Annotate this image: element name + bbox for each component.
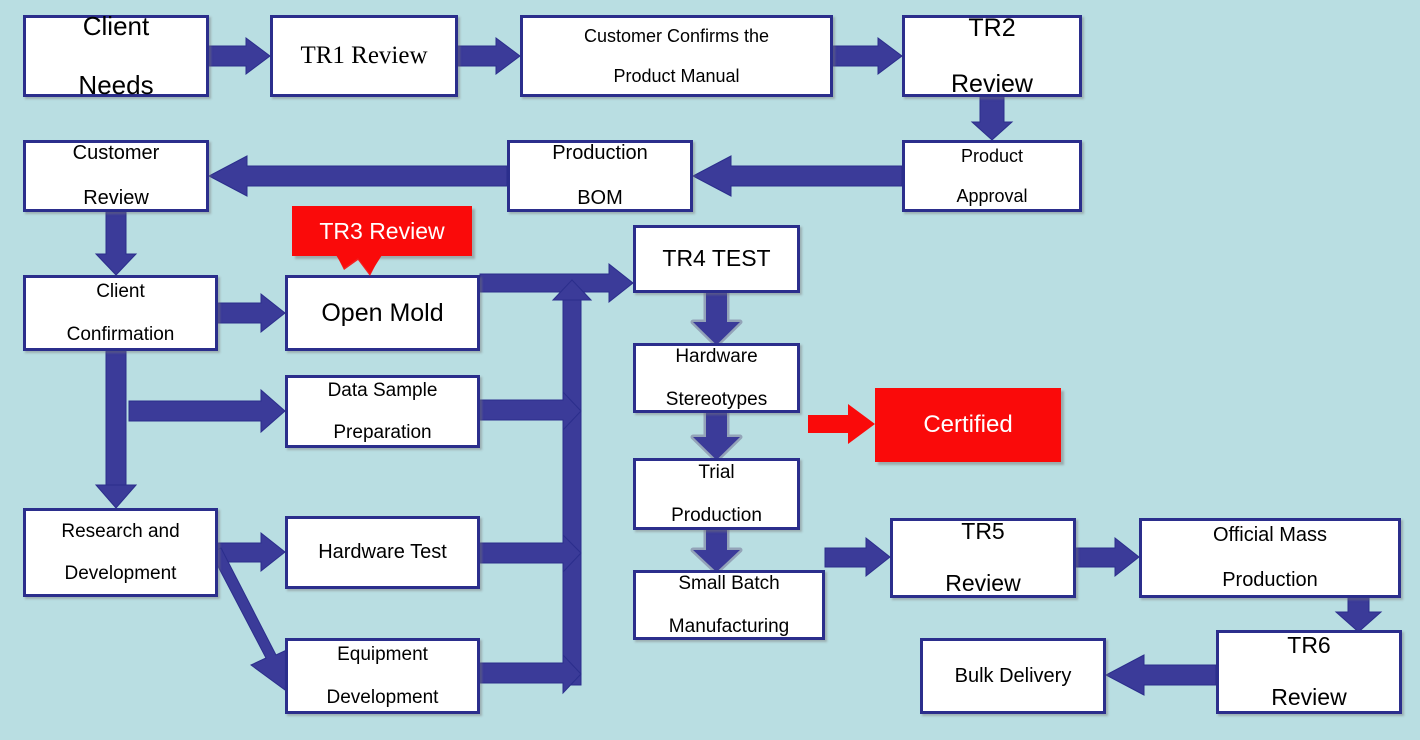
node-hardware-stereotypes[interactable]: Hardware Stereotypes [633,343,800,413]
arrow-rnd-to-equipment-development [210,547,292,691]
node-label-line2: Development [326,686,439,708]
node-bulk-delivery[interactable]: Bulk Delivery [920,638,1106,714]
node-label-line1: TR6 [1287,632,1331,659]
node-label-line1: Product [960,145,1024,166]
node-label-line1: TR5 [961,518,1005,545]
arrow-hardware-stereotypes-to-certified [808,404,875,444]
badge-certified[interactable]: Certified [875,388,1061,462]
arrow-client-confirmation-to-data-sample [128,388,286,434]
flowchart-canvas: Client Needs TR1 Review Customer Confirms… [0,0,1420,740]
callout-tr3-review[interactable]: TR3 Review [292,206,472,256]
node-label-line2: Stereotypes [665,388,768,410]
node-label-line2: Development [64,563,177,585]
arrow-customer-review-to-client-confirmation [94,211,138,276]
node-production-bom[interactable]: Production BOM [507,140,693,212]
node-label-line1: Data Sample [327,379,438,401]
arrow-production-bom-to-customer-review [207,155,508,197]
node-label: Open Mold [321,299,444,327]
node-client-needs[interactable]: Client Needs [23,11,209,100]
node-label-line1: Customer Confirms the [583,25,770,46]
node-open-mold[interactable]: Open Mold [285,275,480,351]
node-label-line1: Official Mass [1212,524,1328,547]
node-label-line2: Preparation [333,422,432,444]
node-data-sample-preparation[interactable]: Data Sample Preparation [285,375,480,448]
arrow-collector-bus-head [551,279,593,301]
arrow-client-needs-to-tr1 [208,37,271,75]
arrow-hardware-stereotypes-to-trial-production [690,410,743,463]
node-product-approval[interactable]: Product Approval [902,140,1082,212]
callout-tr3-review-notch [330,255,390,276]
node-hardware-test[interactable]: Hardware Test [285,516,480,589]
arrow-hardware-test-to-bus [479,533,582,574]
arrow-tr2-to-product-approval [970,96,1014,141]
node-label-line2: Confirmation [66,323,175,345]
node-tr4-test[interactable]: TR4 TEST [633,225,800,293]
node-label-line2: Needs [78,69,154,100]
node-label: Hardware Test [318,541,447,564]
arrow-tr4-test-to-hardware-stereotypes [690,290,743,348]
node-small-batch-manufacturing[interactable]: Small Batch Manufacturing [633,570,825,640]
node-tr6-review[interactable]: TR6 Review [1216,630,1402,714]
arrow-client-confirmation-to-open-mold [217,292,286,334]
node-tr1-review[interactable]: TR1 Review [270,15,458,97]
node-label-line1: Equipment [337,644,428,666]
arrow-tr1-to-customer-confirms [457,37,521,75]
arrow-tr6-to-bulk-delivery [1104,654,1217,696]
arrow-rnd-to-hardware-test [217,531,286,573]
arrow-tr5-to-official-mass-production [1075,536,1140,578]
node-label-line1: Trial [698,462,735,484]
node-tr2-review[interactable]: TR2 Review [902,14,1082,98]
node-label-line2: Manufacturing [668,615,790,637]
node-label-line1: Research and [61,520,180,542]
node-label: TR4 TEST [662,245,771,272]
node-label-line2: Review [83,187,149,210]
arrow-open-mold-to-tr4-test [479,262,634,304]
node-label-line1: Production [552,142,648,165]
node-client-confirmation[interactable]: Client Confirmation [23,275,218,351]
badge-label: Certified [923,411,1013,438]
node-label-line2: Production [1222,569,1318,592]
node-label-line2: Product Manual [613,66,740,87]
node-label-line1: Hardware [675,346,758,368]
node-research-and-development[interactable]: Research and Development [23,508,218,597]
arrow-trial-production-to-small-batch [690,527,743,575]
arrow-small-batch-to-tr5 [824,536,891,578]
arrow-official-mass-production-to-tr6 [1334,597,1383,633]
node-label-line1: Customer [72,142,160,165]
node-customer-review[interactable]: Customer Review [23,140,209,212]
node-label-line2: Review [945,569,1021,596]
line-collector-bus [562,299,582,686]
node-label-line2: Review [951,70,1033,98]
node-trial-production[interactable]: Trial Production [633,458,800,530]
node-label-line2: Approval [956,186,1028,207]
node-equipment-development[interactable]: Equipment Development [285,638,480,714]
line-client-confirmation-trunk [105,350,127,486]
node-label-line2: Production [671,504,762,526]
node-label: TR1 Review [300,42,428,69]
arrow-data-sample-to-bus [479,390,582,432]
node-label-line1: Client [82,11,150,42]
arrow-customer-confirms-to-tr2 [832,37,903,75]
arrow-product-approval-to-production-bom [691,155,903,197]
node-label-line2: Review [1271,683,1347,710]
node-customer-confirms-manual[interactable]: Customer Confirms the Product Manual [520,15,833,97]
node-official-mass-production[interactable]: Official Mass Production [1139,518,1401,598]
node-tr5-review[interactable]: TR5 Review [890,518,1076,598]
node-label-line1: Client [96,281,145,303]
node-label-line1: Small Batch [678,573,780,595]
arrow-equipment-development-to-bus [479,653,582,695]
node-label: Bulk Delivery [954,664,1072,687]
node-label-line2: BOM [577,187,623,210]
node-label-line1: TR2 [968,14,1016,42]
callout-label: TR3 Review [319,217,445,244]
arrow-client-confirmation-to-rnd-head [94,484,138,509]
